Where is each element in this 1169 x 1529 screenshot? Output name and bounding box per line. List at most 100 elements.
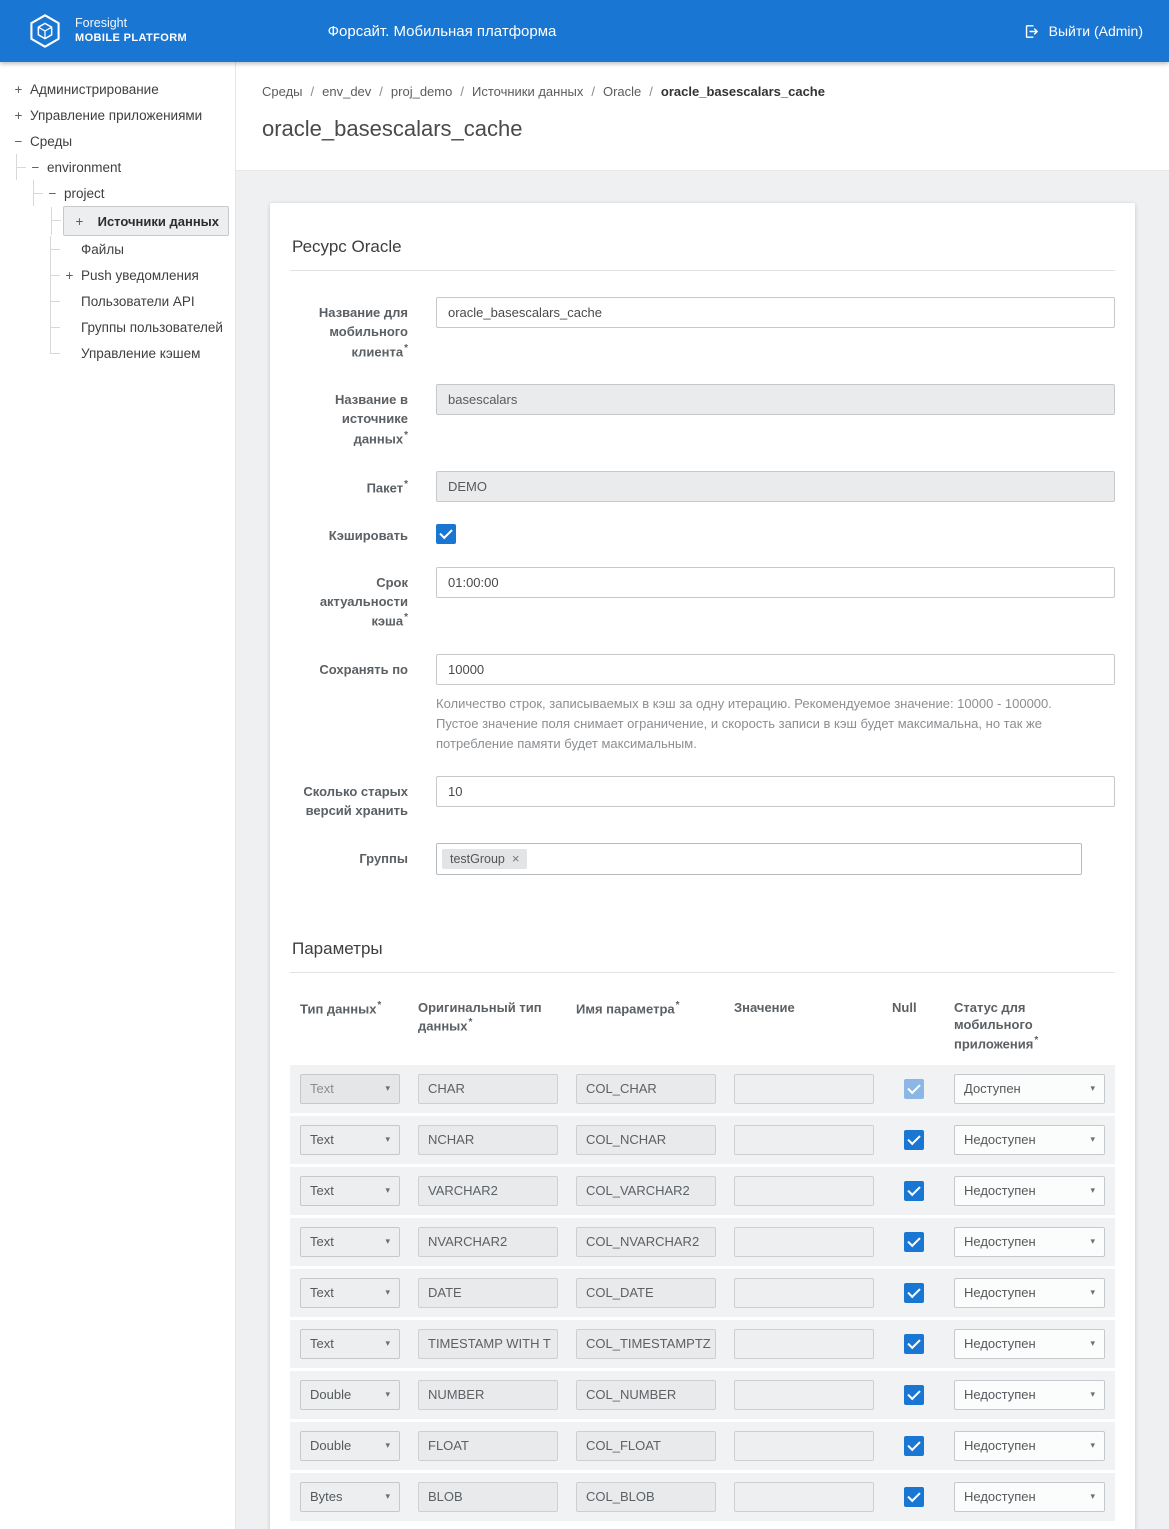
type-select[interactable]: Text▾ [300, 1176, 400, 1206]
chevron-down-icon: ▾ [1090, 1440, 1095, 1451]
null-checkbox[interactable] [904, 1283, 924, 1303]
column-header-null: Null [892, 999, 936, 1017]
param-name-input: COL_BLOB [576, 1482, 716, 1512]
sidebar-item-app-management[interactable]: + Управление приложениями [12, 102, 229, 128]
app-title: Форсайт. Мобильная платформа [328, 23, 557, 40]
value-input[interactable] [734, 1482, 874, 1512]
status-select[interactable]: Недоступен▾ [954, 1227, 1105, 1257]
mobile-name-input[interactable] [436, 297, 1115, 328]
value-input[interactable] [734, 1227, 874, 1257]
collapse-icon[interactable]: − [29, 160, 42, 175]
null-checkbox[interactable] [904, 1436, 924, 1456]
tree-branch-environment: − project + Источники данных Файлы + Pus… [29, 180, 229, 366]
param-name-input: COL_NVARCHAR2 [576, 1227, 716, 1257]
breadcrumb-item[interactable]: env_dev [322, 84, 371, 99]
sidebar-item-project[interactable]: − project [46, 180, 229, 206]
cache-checkbox[interactable] [436, 524, 456, 544]
status-select[interactable]: Недоступен▾ [954, 1380, 1105, 1410]
old-versions-input[interactable] [436, 776, 1115, 807]
sidebar-item-label: environment [47, 160, 121, 175]
required-mark: * [404, 612, 408, 623]
chevron-down-icon: ▾ [385, 1491, 390, 1502]
null-checkbox[interactable] [904, 1130, 924, 1150]
type-select[interactable]: Text▾ [300, 1227, 400, 1257]
field-label-text: Сколько старых версий хранить [303, 784, 408, 818]
selected-option: Недоступен [964, 1132, 1036, 1147]
value-input[interactable] [734, 1329, 874, 1359]
value-input[interactable] [734, 1380, 874, 1410]
value-input[interactable] [734, 1074, 874, 1104]
collapse-icon[interactable]: − [46, 186, 59, 201]
selected-option: Недоступен [964, 1438, 1036, 1453]
breadcrumb-item[interactable]: Источники данных [472, 84, 583, 99]
type-select[interactable]: Text▾ [300, 1278, 400, 1308]
expand-icon[interactable]: + [73, 214, 86, 229]
sidebar-item-administration[interactable]: + Администрирование [12, 76, 229, 102]
required-mark: * [404, 479, 408, 490]
original-type-input: DATE [418, 1278, 558, 1308]
field-old-versions: Сколько старых версий хранить [290, 776, 1115, 821]
expand-icon[interactable]: + [63, 268, 76, 283]
sidebar-item-label: Пользователи API [81, 294, 195, 309]
sidebar-item-push-notifications[interactable]: + Push уведомления [63, 262, 229, 288]
column-header-original-type: Оригинальный тип данных* [418, 999, 558, 1035]
status-select[interactable]: Недоступен▾ [954, 1125, 1105, 1155]
type-select[interactable]: Double▾ [300, 1431, 400, 1461]
param-name-input: COL_DATE [576, 1278, 716, 1308]
save-by-input[interactable] [436, 654, 1115, 685]
null-checkbox[interactable] [904, 1181, 924, 1201]
chip-remove-icon[interactable]: × [512, 852, 520, 865]
chevron-down-icon: ▾ [1090, 1083, 1095, 1094]
required-mark: * [377, 1000, 381, 1011]
sidebar-item-data-sources[interactable]: + Источники данных [63, 206, 229, 236]
status-select[interactable]: Недоступен ▾ [954, 1431, 1105, 1461]
null-checkbox[interactable] [904, 1385, 924, 1405]
value-input[interactable] [734, 1431, 874, 1461]
sidebar-item-label: Push уведомления [81, 268, 199, 283]
brand-name: Foresight [75, 16, 187, 32]
status-select[interactable]: Доступен▾ [954, 1074, 1105, 1104]
required-mark: * [469, 1017, 473, 1028]
expand-icon[interactable]: + [12, 82, 25, 97]
original-type-input: BLOB [418, 1482, 558, 1512]
column-header-type: Тип данных* [300, 999, 400, 1018]
sidebar-item-label: project [64, 186, 105, 201]
field-package: Пакет* [290, 471, 1115, 502]
status-select[interactable]: Недоступен▾ [954, 1329, 1105, 1359]
type-select[interactable]: Double▾ [300, 1380, 400, 1410]
breadcrumb-item[interactable]: Oracle [603, 84, 641, 99]
type-select[interactable]: Text▾ [300, 1125, 400, 1155]
null-checkbox[interactable] [904, 1334, 924, 1354]
breadcrumb-separator: / [379, 84, 383, 99]
status-select[interactable]: Недоступен▾ [954, 1482, 1105, 1512]
value-input[interactable] [734, 1176, 874, 1206]
groups-input[interactable]: testGroup × [436, 843, 1082, 875]
status-select[interactable]: Недоступен▾ [954, 1278, 1105, 1308]
sidebar-item-files[interactable]: Файлы [63, 236, 229, 262]
null-checkbox[interactable] [904, 1487, 924, 1507]
sidebar-item-environment[interactable]: − environment [29, 154, 229, 180]
sidebar-item-cache-management[interactable]: Управление кэшем [63, 340, 229, 366]
null-checkbox[interactable] [904, 1079, 924, 1099]
breadcrumb-item[interactable]: proj_demo [391, 84, 452, 99]
type-select[interactable]: Text▾ [300, 1329, 400, 1359]
cache-ttl-input[interactable] [436, 567, 1115, 598]
breadcrumb-item[interactable]: Среды [262, 84, 303, 99]
collapse-icon[interactable]: − [12, 134, 25, 149]
type-select[interactable]: Bytes▾ [300, 1482, 400, 1512]
selected-option: Text [310, 1183, 334, 1198]
sidebar-item-label: Управление кэшем [81, 346, 200, 361]
resource-card: Ресурс Oracle Название для мобильного кл… [270, 203, 1135, 1529]
chevron-down-icon: ▾ [1090, 1185, 1095, 1196]
sidebar-item-api-users[interactable]: Пользователи API [63, 288, 229, 314]
type-select[interactable]: Text▾ [300, 1074, 400, 1104]
value-input[interactable] [734, 1278, 874, 1308]
null-checkbox[interactable] [904, 1232, 924, 1252]
value-input[interactable] [734, 1125, 874, 1155]
sidebar-item-environments[interactable]: − Среды [12, 128, 229, 154]
sidebar-item-user-groups[interactable]: Группы пользователей [63, 314, 229, 340]
column-header-value: Значение [734, 999, 874, 1017]
logout-button[interactable]: Выйти (Admin) [1023, 23, 1143, 40]
expand-icon[interactable]: + [12, 108, 25, 123]
status-select[interactable]: Недоступен▾ [954, 1176, 1105, 1206]
